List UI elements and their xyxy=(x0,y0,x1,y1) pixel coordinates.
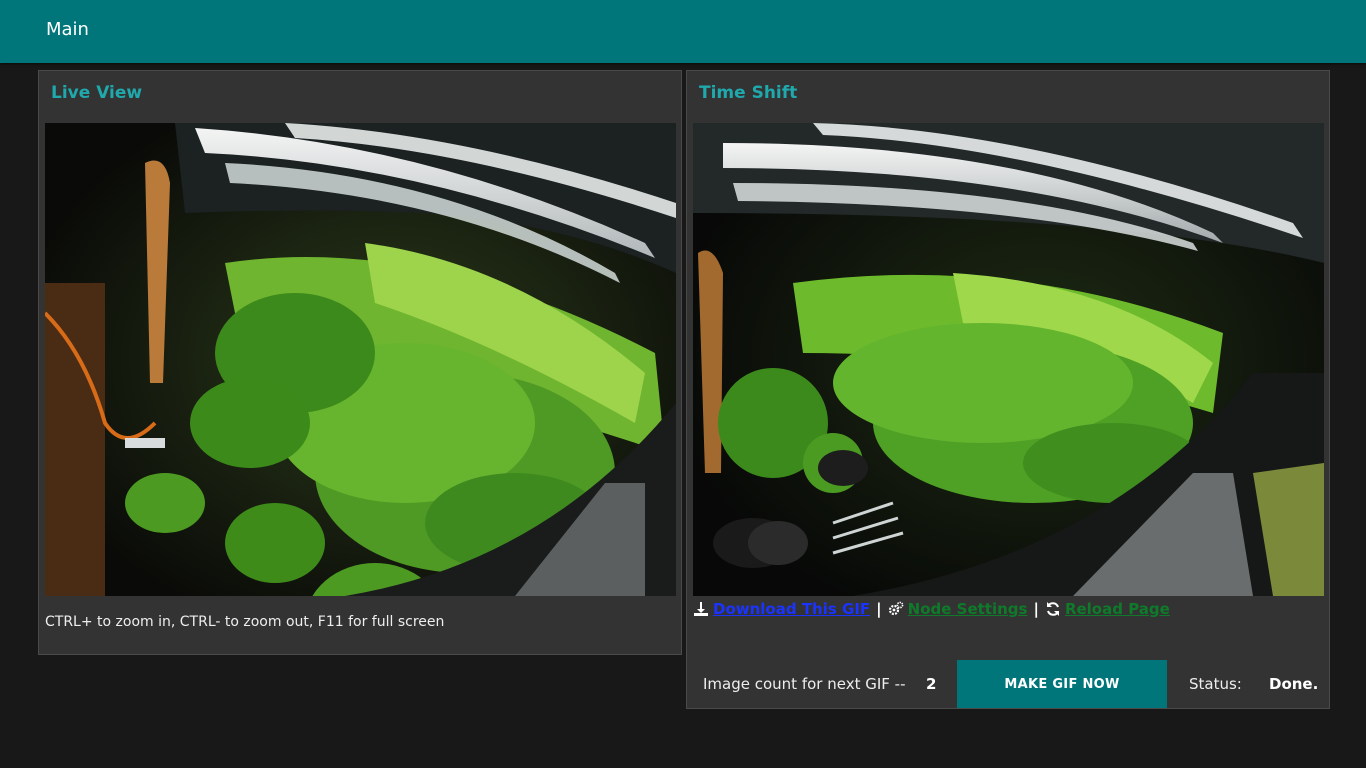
gif-controls-row: Image count for next GIF -- 2 MAKE GIF N… xyxy=(687,660,1329,708)
zoom-hint-text: CTRL+ to zoom in, CTRL- to zoom out, F11… xyxy=(45,614,445,630)
status-value: Done. xyxy=(1269,675,1319,693)
reload-page-link[interactable]: Reload Page xyxy=(1065,600,1170,618)
time-shift-card: Time Shift Download This GIF | Node Sett… xyxy=(686,70,1330,709)
download-icon xyxy=(694,602,708,616)
gears-icon xyxy=(888,601,904,616)
gif-action-links: Download This GIF | Node Settings | Relo… xyxy=(693,600,1170,618)
live-camera-image xyxy=(45,123,676,596)
image-count-value: 2 xyxy=(926,675,937,693)
live-view-title: Live View xyxy=(51,83,143,103)
download-gif-link[interactable]: Download This GIF xyxy=(713,600,870,618)
make-gif-now-button[interactable]: MAKE GIF NOW xyxy=(957,660,1167,708)
refresh-icon xyxy=(1046,602,1059,616)
top-app-bar: Main xyxy=(0,0,1366,63)
time-shift-title: Time Shift xyxy=(699,83,798,103)
image-count-label: Image count for next GIF -- xyxy=(703,675,906,693)
page-title: Main xyxy=(46,19,89,40)
timelapse-gif-image xyxy=(693,123,1324,596)
link-separator: | xyxy=(1033,600,1039,618)
link-separator: | xyxy=(876,600,882,618)
status-label: Status: xyxy=(1189,675,1242,693)
live-view-card: Live View CTRL+ to zoom in, CTRL- to zoo… xyxy=(38,70,682,655)
node-settings-link[interactable]: Node Settings xyxy=(908,600,1028,618)
